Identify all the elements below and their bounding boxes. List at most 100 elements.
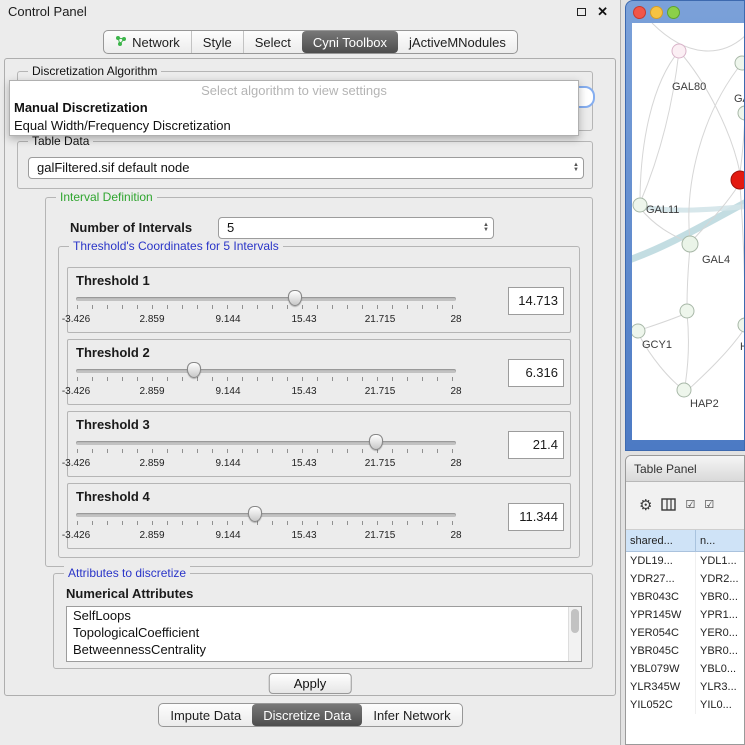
slider-scale: -3.4262.8599.14415.4321.71528	[76, 386, 456, 398]
group-title: Discretization Algorithm	[28, 64, 161, 78]
tab-style[interactable]: Style	[191, 31, 243, 53]
table-row[interactable]: YBR043CYBR0...	[626, 588, 744, 606]
tab-label: Style	[203, 35, 232, 50]
scale-tick-label: -3.426	[62, 386, 90, 397]
slider-thumb[interactable]	[288, 290, 302, 306]
network-node[interactable]	[632, 324, 645, 338]
threshold-slider[interactable]	[76, 292, 456, 312]
scrollbar-thumb[interactable]	[571, 609, 579, 633]
list-item[interactable]: BetweennessCentrality	[67, 641, 581, 658]
table-data-combobox[interactable]: galFiltered.sif default node ▲ ▼	[28, 157, 584, 179]
apply-button[interactable]: Apply	[269, 673, 352, 694]
table-row[interactable]: YLR345WYLR3...	[626, 678, 744, 696]
table-cell: YBR043C	[626, 588, 696, 606]
close-traffic-light-icon[interactable]	[633, 6, 646, 19]
network-node[interactable]	[633, 198, 647, 212]
table-cell: YIL052C	[626, 696, 696, 714]
scale-tick-label: 28	[450, 530, 461, 541]
network-canvas[interactable]: GAL80GAGAL11GAL4GCY1HHAP2	[632, 23, 745, 440]
scale-tick-label: 15.43	[291, 386, 316, 397]
threshold-block: Threshold 3 -3.4262.8599.14415.4321.7152…	[67, 411, 571, 477]
network-node[interactable]	[680, 304, 694, 318]
scale-tick-label: 15.43	[291, 458, 316, 469]
numerical-attributes-label: Numerical Attributes	[66, 586, 193, 601]
stepper-icon: ▲ ▼	[483, 218, 489, 238]
scale-tick-label: 9.144	[215, 386, 240, 397]
scale-tick-label: 2.859	[139, 458, 164, 469]
slider-thumb[interactable]	[369, 434, 383, 450]
tab-label: Impute Data	[170, 708, 241, 723]
column-header-shared-name[interactable]: shared...	[626, 530, 696, 551]
table-cell: YBR0...	[696, 588, 744, 606]
threshold-slider[interactable]	[76, 364, 456, 384]
network-node[interactable]	[738, 106, 745, 120]
gear-icon[interactable]: ⚙	[639, 498, 652, 513]
table-row[interactable]: YBR045CYBR0...	[626, 642, 744, 660]
close-icon[interactable]: ✕	[597, 4, 608, 20]
tab-select[interactable]: Select	[243, 31, 302, 53]
tab-cyni-toolbox[interactable]: Cyni Toolbox	[302, 31, 398, 53]
select-column-icon[interactable]: ☑	[704, 500, 714, 511]
dropdown-option-manual[interactable]: Manual Discretization	[10, 99, 578, 117]
threshold-value-field[interactable]: 11.344	[508, 503, 564, 531]
threshold-slider[interactable]	[76, 508, 456, 528]
num-intervals-combobox[interactable]: 5 ▲ ▼	[218, 217, 494, 239]
table-rows: YDL19...YDL1...YDR27...YDR2...YBR043CYBR…	[626, 552, 744, 714]
float-window-icon[interactable]	[577, 8, 586, 16]
numerical-attributes-list[interactable]: SelfLoopsTopologicalCoefficientBetweenne…	[66, 606, 582, 662]
table-row[interactable]: YER054CYER0...	[626, 624, 744, 642]
slider-thumb[interactable]	[187, 362, 201, 378]
network-node[interactable]	[731, 171, 745, 189]
scale-tick-label: 21.715	[365, 386, 396, 397]
tab-discretize-data[interactable]: Discretize Data	[252, 704, 362, 726]
tab-group: Network Style Select Cyni Toolbox jActiv…	[103, 30, 518, 54]
tab-impute-data[interactable]: Impute Data	[159, 704, 252, 726]
network-node[interactable]	[735, 56, 745, 70]
scale-tick-label: -3.426	[62, 314, 90, 325]
zoom-traffic-light-icon[interactable]	[667, 6, 680, 19]
network-node[interactable]	[682, 236, 698, 252]
table-cell: YBR045C	[626, 642, 696, 660]
table-cell: YDL1...	[696, 552, 744, 570]
tab-infer-network[interactable]: Infer Network	[362, 704, 461, 726]
down-arrow-icon: ▼	[573, 168, 579, 173]
table-cell: YER0...	[696, 624, 744, 642]
bottom-tab-bar: Impute Data Discretize Data Infer Networ…	[0, 703, 621, 727]
table-row[interactable]: YIL052CYIL0...	[626, 696, 744, 714]
select-all-icon[interactable]: ☑	[685, 500, 695, 511]
panel-title: Control Panel	[8, 4, 87, 19]
down-arrow-icon: ▼	[483, 228, 489, 233]
threshold-slider[interactable]	[76, 436, 456, 456]
tab-network[interactable]: Network	[104, 31, 191, 53]
table-row[interactable]: YPR145WYPR1...	[626, 606, 744, 624]
slider-ticks	[77, 305, 455, 309]
threshold-value-field[interactable]: 6.316	[508, 359, 564, 387]
scale-tick-label: 9.144	[215, 314, 240, 325]
list-item[interactable]: SelfLoops	[67, 607, 581, 624]
tab-jactivemodules[interactable]: jActiveMNodules	[398, 31, 517, 53]
list-scrollbar[interactable]	[568, 607, 581, 661]
column-header-name[interactable]: n...	[696, 530, 744, 551]
threshold-value-field[interactable]: 14.713	[508, 287, 564, 315]
table-row[interactable]: YBL079WYBL0...	[626, 660, 744, 678]
columns-icon[interactable]	[661, 498, 676, 514]
network-node[interactable]	[677, 383, 691, 397]
slider-track	[76, 441, 456, 445]
node-label: H	[740, 341, 745, 353]
table-cell: YDR27...	[626, 570, 696, 588]
threshold-label: Threshold 3	[76, 417, 150, 432]
table-row[interactable]: YDL19...YDL1...	[626, 552, 744, 570]
table-cell: YBL079W	[626, 660, 696, 678]
scale-tick-label: 15.43	[291, 314, 316, 325]
algorithm-dropdown: Select algorithm to view settings Manual…	[9, 80, 579, 136]
slider-thumb[interactable]	[248, 506, 262, 522]
threshold-value-field[interactable]: 21.4	[508, 431, 564, 459]
network-node[interactable]	[672, 44, 686, 58]
dropdown-option-equal-width[interactable]: Equal Width/Frequency Discretization	[10, 117, 578, 135]
list-item[interactable]: TopologicalCoefficient	[67, 624, 581, 641]
minimize-traffic-light-icon[interactable]	[650, 6, 663, 19]
network-node[interactable]	[738, 318, 745, 332]
node-label: GAL11	[646, 204, 679, 216]
table-row[interactable]: YDR27...YDR2...	[626, 570, 744, 588]
scale-tick-label: 28	[450, 458, 461, 469]
